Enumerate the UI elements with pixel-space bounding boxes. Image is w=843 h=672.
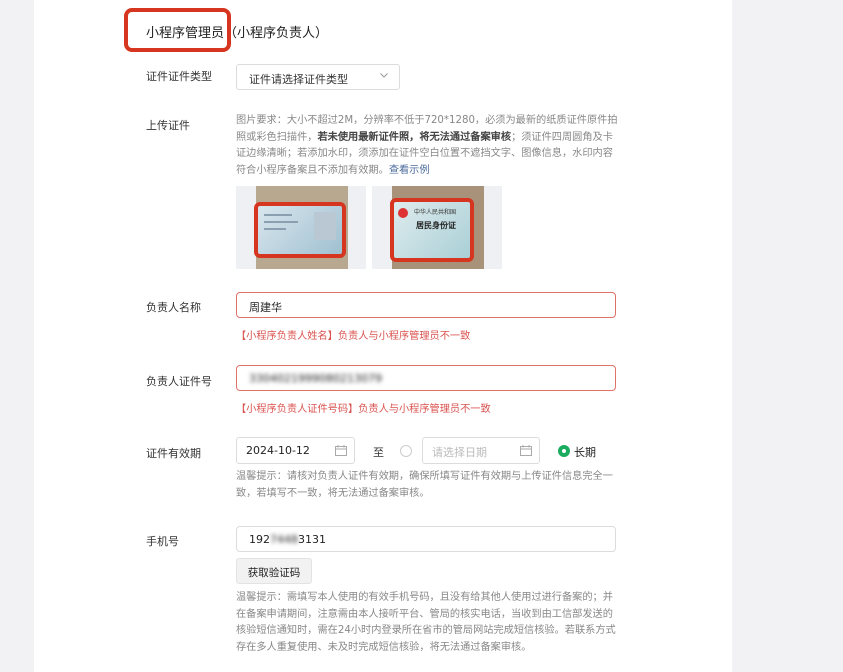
- title-highlight-box: [124, 8, 231, 52]
- upload-help: 图片要求：大小不超过2M，分辨率不低于720*1280，必须为最新的纸质证件原件…: [236, 113, 622, 179]
- id-number-error: 【小程序负责人证件号码】负责人与小程序管理员不一致: [236, 404, 491, 415]
- sample-card-title: 居民身份证: [416, 221, 456, 230]
- section-subtitle: （小程序负责人）: [224, 26, 329, 41]
- name-error: 【小程序负责人姓名】负责人与小程序管理员不一致: [236, 331, 471, 342]
- long-term-label: 长期: [574, 446, 596, 459]
- chevron-down-icon: [380, 73, 388, 78]
- phone-value-prefix: 192: [249, 533, 270, 546]
- phone-input[interactable]: 19274483131: [236, 526, 616, 552]
- name-label: 负责人名称: [146, 301, 201, 314]
- id-type-select[interactable]: 证件请选择证件类型: [236, 64, 400, 90]
- id-type-select-value: 证件请选择证件类型: [249, 73, 348, 86]
- name-input[interactable]: 周建华: [236, 292, 616, 318]
- sample-id-front[interactable]: [236, 186, 366, 269]
- id-type-label: 证件证件类型: [146, 70, 212, 83]
- emblem-icon: [398, 208, 408, 218]
- long-term-radio[interactable]: [558, 445, 570, 457]
- id-number-value: 3304021999080213079: [249, 372, 382, 385]
- validity-help: 温馨提示：请核对负责人证件有效期，确保所填写证件有效期与上传证件信息完全一致，若…: [236, 471, 613, 499]
- view-example-link[interactable]: 查看示例: [389, 165, 430, 176]
- end-date-radio[interactable]: [400, 445, 412, 457]
- sample-card-country: 中华人民共和国: [414, 209, 457, 216]
- start-date-input[interactable]: 2024-10-12: [236, 437, 355, 464]
- sample-card-lines: [264, 214, 304, 244]
- validity-label: 证件有效期: [146, 447, 201, 460]
- upload-help-bold: 若未使用最新证件照，将无法通过备案审核: [317, 131, 512, 143]
- phone-value-hidden: 7448: [270, 533, 298, 546]
- sample-id-back[interactable]: 中华人民共和国 居民身份证: [372, 186, 502, 269]
- start-date-value: 2024-10-12: [246, 444, 310, 457]
- sample-card-front: [254, 202, 346, 258]
- upload-label: 上传证件: [146, 119, 190, 132]
- get-verification-code-button[interactable]: 获取验证码: [236, 558, 312, 584]
- phone-label: 手机号: [146, 535, 179, 548]
- end-date-input[interactable]: 请选择日期: [422, 437, 540, 464]
- calendar-icon: [335, 445, 347, 456]
- to-label: 至: [373, 446, 384, 459]
- calendar-icon: [520, 445, 532, 456]
- sample-card-back: 中华人民共和国 居民身份证: [390, 198, 474, 262]
- id-number-label: 负责人证件号: [146, 375, 212, 388]
- phone-value-suffix: 3131: [298, 533, 326, 546]
- end-date-placeholder: 请选择日期: [432, 446, 487, 459]
- phone-help: 温馨提示：需填写本人使用的有效手机号码，且没有给其他人使用过进行备案的；并在备案…: [236, 592, 616, 653]
- id-number-input[interactable]: 3304021999080213079: [236, 365, 616, 391]
- name-input-value: 周建华: [249, 301, 282, 314]
- sample-card-photo: [314, 212, 336, 240]
